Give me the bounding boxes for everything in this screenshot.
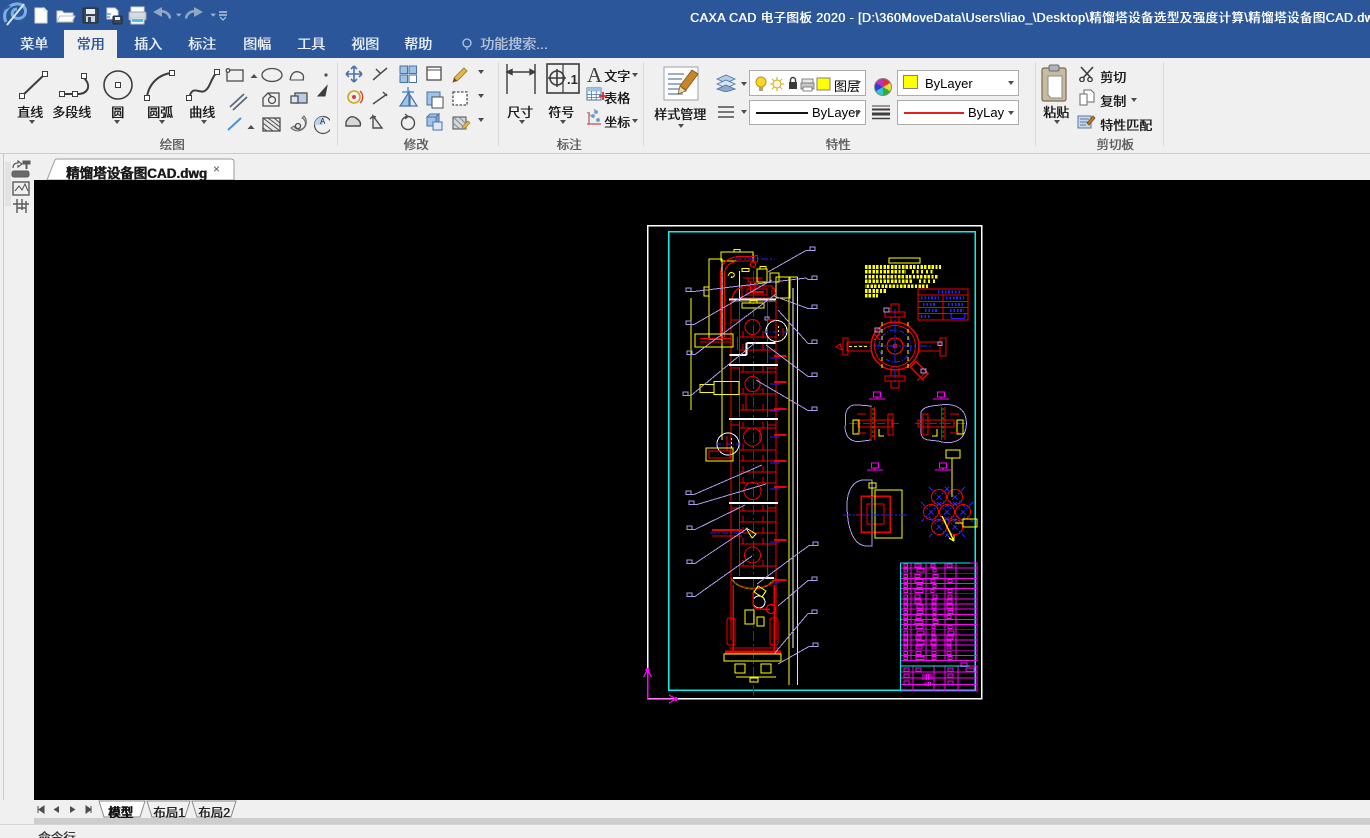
svg-text:A: A [587,63,603,87]
svg-text:A: A [320,117,326,126]
svg-text:.1: .1 [567,72,578,87]
